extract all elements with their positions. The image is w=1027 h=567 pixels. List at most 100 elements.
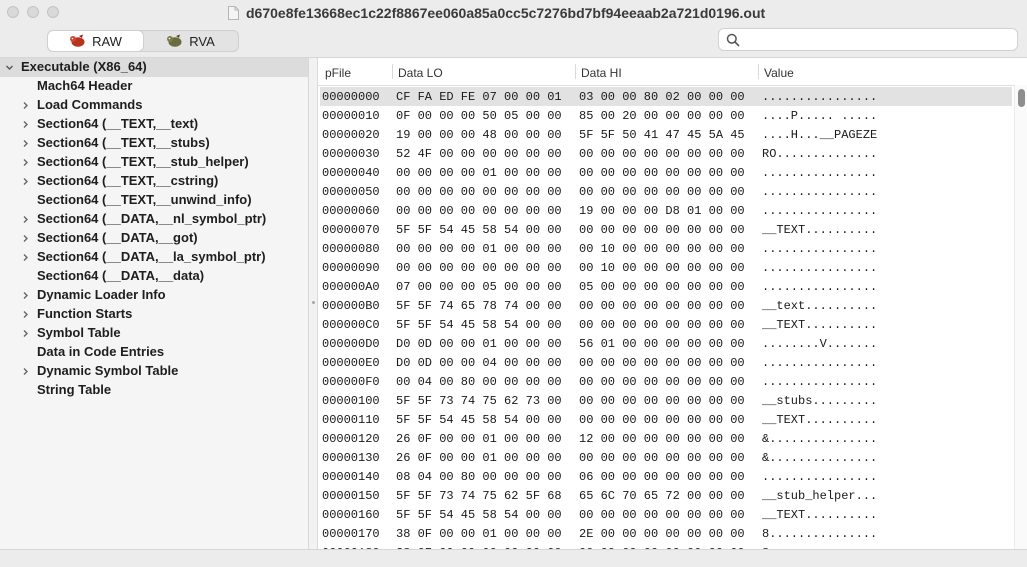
chevron-right-icon[interactable] xyxy=(19,229,31,248)
chevron-right-icon[interactable] xyxy=(19,305,31,324)
tree-item[interactable]: Symbol Table xyxy=(0,324,308,343)
chevron-right-icon[interactable] xyxy=(19,324,31,343)
raw-mode-button[interactable]: RAW xyxy=(48,31,143,51)
hex-row[interactable]: 000000F0 00 04 00 80 00 00 00 00 00 00 00 … xyxy=(320,372,1012,391)
close-window-button[interactable] xyxy=(7,6,19,18)
hex-row[interactable]: 00000060 00 00 00 00 00 00 00 00 19 00 00 … xyxy=(320,201,1012,220)
search-field[interactable] xyxy=(718,28,1018,51)
tree-item[interactable]: Section64 (__TEXT,__unwind_info) xyxy=(0,191,308,210)
tree-item[interactable]: Section64 (__DATA,__got) xyxy=(0,229,308,248)
hex-data-lo-cell: 0F 00 00 00 50 05 00 00 xyxy=(396,109,562,123)
tree-item[interactable]: Load Commands xyxy=(0,96,308,115)
hex-offset-cell: 00000060 xyxy=(322,204,380,218)
tree-root-executable[interactable]: Executable (X86_64) xyxy=(0,58,308,77)
hex-row[interactable]: 00000170 38 0F 00 00 01 00 00 00 2E 00 00 … xyxy=(320,524,1012,543)
hex-row[interactable]: 00000150 5F 5F 73 74 75 62 5F 68 65 6C 70 … xyxy=(320,486,1012,505)
tree-item[interactable]: Function Starts xyxy=(0,305,308,324)
hex-row[interactable]: 00000120 26 0F 00 00 01 00 00 00 12 00 00 … xyxy=(320,429,1012,448)
hex-row[interactable]: 00000050 00 00 00 00 00 00 00 00 00 00 00 … xyxy=(320,182,1012,201)
tree-item[interactable]: Section64 (__DATA,__la_symbol_ptr) xyxy=(0,248,308,267)
chevron-down-icon[interactable] xyxy=(3,58,15,77)
hex-data-lo-cell: 00 00 00 00 00 00 00 00 xyxy=(396,261,562,275)
hex-row[interactable]: 00000110 5F 5F 54 45 58 54 00 00 00 00 00 … xyxy=(320,410,1012,429)
hex-row[interactable]: 000000E0 D0 0D 00 00 04 00 00 00 00 00 00 … xyxy=(320,353,1012,372)
hex-row[interactable]: 00000080 00 00 00 00 01 00 00 00 00 10 00 … xyxy=(320,239,1012,258)
hex-row[interactable]: 00000100 5F 5F 73 74 75 62 73 00 00 00 00 … xyxy=(320,391,1012,410)
hex-data-hi-cell: 00 10 00 00 00 00 00 00 xyxy=(579,261,745,275)
hex-data-lo-cell: 00 00 00 00 00 00 00 00 xyxy=(396,185,562,199)
title-bar: d670e8fe13668ec1c22f8867ee060a85a0cc5c72… xyxy=(0,0,1027,58)
scrollbar-thumb[interactable] xyxy=(1018,89,1025,107)
zoom-window-button[interactable] xyxy=(47,6,59,18)
chevron-right-icon[interactable] xyxy=(19,153,31,172)
hex-row[interactable]: 00000000 CF FA ED FE 07 00 00 01 03 00 00 … xyxy=(320,87,1012,106)
hex-offset-cell: 00000040 xyxy=(322,166,380,180)
chevron-right-icon[interactable] xyxy=(19,286,31,305)
hex-row[interactable]: 000000D0 D0 0D 00 00 01 00 00 00 56 01 00 … xyxy=(320,334,1012,353)
hex-data-hi-cell: 03 00 00 80 02 00 00 00 xyxy=(579,90,745,104)
search-input[interactable] xyxy=(743,31,1015,50)
hex-row[interactable]: 000000B0 5F 5F 74 65 78 74 00 00 00 00 00 … xyxy=(320,296,1012,315)
chevron-right-icon[interactable] xyxy=(19,96,31,115)
search-icon xyxy=(726,33,740,47)
tree-item[interactable]: String Table xyxy=(0,381,308,400)
tree-item[interactable]: Dynamic Symbol Table xyxy=(0,362,308,381)
rva-mode-button[interactable]: RVA xyxy=(143,31,238,51)
hex-offset-cell: 000000E0 xyxy=(322,356,380,370)
hex-data-hi-cell: 00 00 00 00 00 00 00 00 xyxy=(579,394,745,408)
chevron-right-icon[interactable] xyxy=(19,248,31,267)
hex-row[interactable]: 00000070 5F 5F 54 45 58 54 00 00 00 00 00 … xyxy=(320,220,1012,239)
column-header-data-hi[interactable]: Data HI xyxy=(581,66,622,80)
tree-item[interactable]: Data in Code Entries xyxy=(0,343,308,362)
hex-row[interactable]: 00000130 26 0F 00 00 01 00 00 00 00 00 00 … xyxy=(320,448,1012,467)
tree-item[interactable]: Section64 (__DATA,__nl_symbol_ptr) xyxy=(0,210,308,229)
column-divider[interactable] xyxy=(575,64,576,79)
hex-value-cell: RO.............. xyxy=(762,147,878,161)
chevron-right-icon[interactable] xyxy=(19,115,31,134)
chevron-right-icon[interactable] xyxy=(19,210,31,229)
tree-item[interactable]: Dynamic Loader Info xyxy=(0,286,308,305)
hex-offset-cell: 00000080 xyxy=(322,242,380,256)
hex-row[interactable]: 00000160 5F 5F 54 45 58 54 00 00 00 00 00 … xyxy=(320,505,1012,524)
hex-offset-cell: 00000110 xyxy=(322,413,380,427)
column-header-data-lo[interactable]: Data LO xyxy=(398,66,443,80)
hex-row[interactable]: 000000C0 5F 5F 54 45 58 54 00 00 00 00 00 … xyxy=(320,315,1012,334)
hex-row[interactable]: 00000020 19 00 00 00 48 00 00 00 5F 5F 50 … xyxy=(320,125,1012,144)
tree-item[interactable]: Section64 (__TEXT,__cstring) xyxy=(0,172,308,191)
column-divider[interactable] xyxy=(392,64,393,79)
chevron-right-icon[interactable] xyxy=(19,134,31,153)
hex-data-lo-cell: CF FA ED FE 07 00 00 01 xyxy=(396,90,562,104)
tree-item[interactable]: Section64 (__DATA,__data) xyxy=(0,267,308,286)
hex-value-cell: __TEXT.......... xyxy=(762,413,878,427)
pane-splitter[interactable] xyxy=(309,58,318,549)
hex-row[interactable]: 00000090 00 00 00 00 00 00 00 00 00 10 00 … xyxy=(320,258,1012,277)
tree-item-label: Section64 (__TEXT,__unwind_info) xyxy=(37,192,252,207)
chevron-right-icon[interactable] xyxy=(19,362,31,381)
hex-row[interactable]: 000000A0 07 00 00 00 05 00 00 00 05 00 00 … xyxy=(320,277,1012,296)
hex-row[interactable]: 00000010 0F 00 00 00 50 05 00 00 85 00 20 … xyxy=(320,106,1012,125)
hex-offset-cell: 000000F0 xyxy=(322,375,380,389)
tree-item[interactable]: Section64 (__TEXT,__text) xyxy=(0,115,308,134)
window-title-group: d670e8fe13668ec1c22f8867ee060a85a0cc5c72… xyxy=(228,4,765,22)
tree-item[interactable]: Mach64 Header xyxy=(0,77,308,96)
tree-item[interactable]: Section64 (__TEXT,__stubs) xyxy=(0,134,308,153)
hex-offset-cell: 000000D0 xyxy=(322,337,380,351)
vertical-scrollbar[interactable] xyxy=(1014,85,1027,549)
column-header-value[interactable]: Value xyxy=(764,66,794,80)
hex-offset-cell: 00000030 xyxy=(322,147,380,161)
hex-row[interactable]: 00000040 00 00 00 00 01 00 00 00 00 00 00 … xyxy=(320,163,1012,182)
hex-row[interactable]: 00000140 08 04 00 80 00 00 00 00 06 00 00 … xyxy=(320,467,1012,486)
hex-offset-cell: 00000160 xyxy=(322,508,380,522)
hex-data-hi-cell: 06 00 00 00 00 00 00 00 xyxy=(579,470,745,484)
hex-row[interactable]: 00000030 52 4F 00 00 00 00 00 00 00 00 00 … xyxy=(320,144,1012,163)
column-divider[interactable] xyxy=(758,64,759,79)
raw-mode-label: RAW xyxy=(92,33,122,49)
column-header-pfile[interactable]: pFile xyxy=(325,66,351,80)
hex-data-lo-cell: D0 0D 00 00 01 00 00 00 xyxy=(396,337,562,351)
hex-data-lo-cell: 00 00 00 00 01 00 00 00 xyxy=(396,166,562,180)
chevron-right-icon[interactable] xyxy=(19,172,31,191)
minimize-window-button[interactable] xyxy=(27,6,39,18)
hex-data-lo-cell: 07 00 00 00 05 00 00 00 xyxy=(396,280,562,294)
tree-item[interactable]: Section64 (__TEXT,__stub_helper) xyxy=(0,153,308,172)
tree-item-label: Section64 (__TEXT,__stubs) xyxy=(37,135,210,150)
